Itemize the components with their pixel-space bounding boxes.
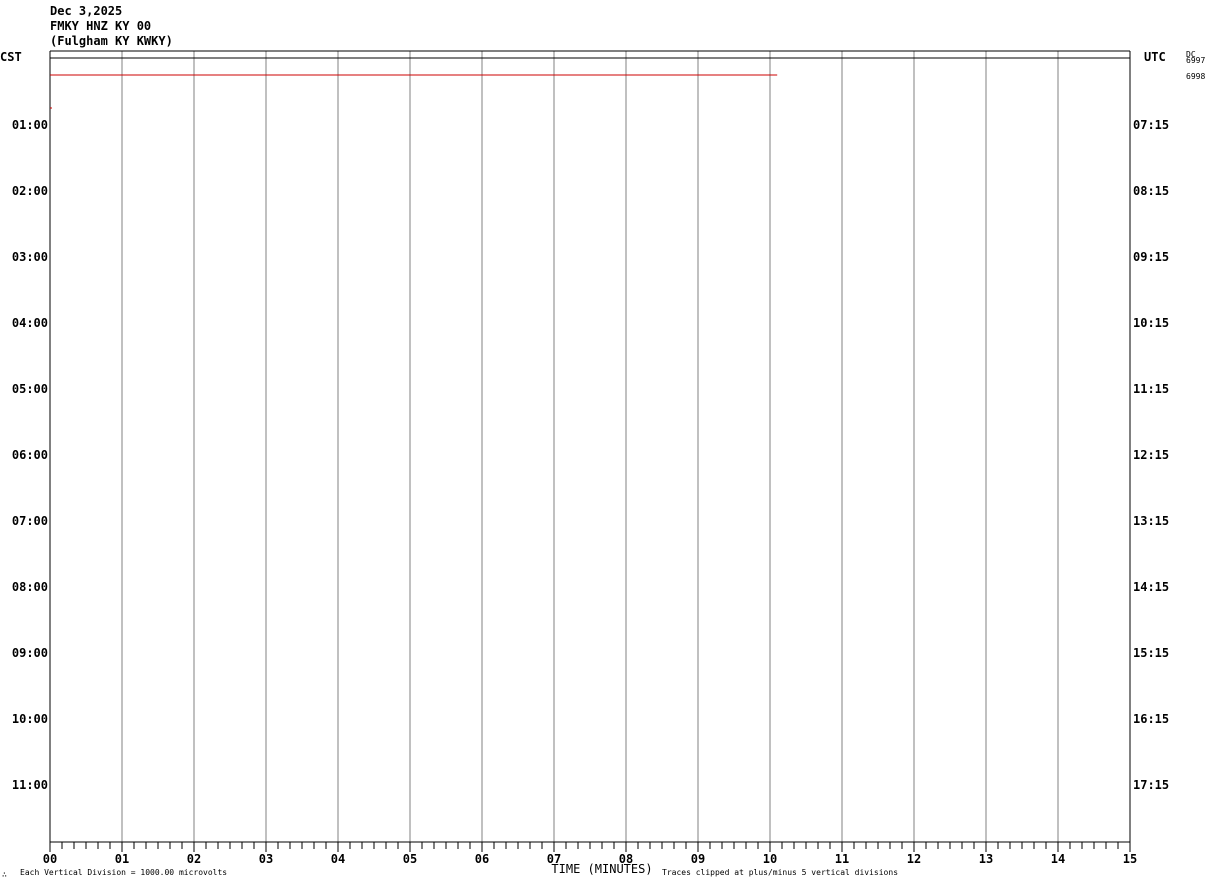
left-hour-label: 01:00 [12, 118, 48, 132]
x-tick-label: 13 [979, 852, 993, 866]
x-tick-label: 15 [1123, 852, 1137, 866]
scale-note: Each Vertical Division = 1000.00 microvo… [20, 868, 228, 877]
x-tick-label: 09 [691, 852, 705, 866]
x-tick-label: 14 [1051, 852, 1065, 866]
x-tick-label: 02 [187, 852, 201, 866]
x-tick-label: 05 [403, 852, 417, 866]
x-tick-label: 11 [835, 852, 849, 866]
left-hour-label: 06:00 [12, 448, 48, 462]
right-hour-label: 14:15 [1133, 580, 1169, 594]
left-hour-label: 09:00 [12, 646, 48, 660]
left-hour-label: 05:00 [12, 382, 48, 396]
left-hour-label: 07:00 [12, 514, 48, 528]
right-hour-label: 15:15 [1133, 646, 1169, 660]
left-hour-label: 11:00 [12, 778, 48, 792]
right-hour-label: 13:15 [1133, 514, 1169, 528]
right-hour-label: 12:15 [1133, 448, 1169, 462]
x-tick-label: 03 [259, 852, 273, 866]
right-hour-label: 09:15 [1133, 250, 1169, 264]
left-hour-label: 10:00 [12, 712, 48, 726]
x-tick-label: 06 [475, 852, 489, 866]
x-tick-label: 04 [331, 852, 345, 866]
helicorder-chart: 00 01 02 03 04 05 06 07 08 09 10 11 12 13 14 15TIME (MI… [12, 50, 1169, 876]
corner-mark: ∴ [2, 870, 7, 879]
left-hour-label: 08:00 [12, 580, 48, 594]
right-hour-label: 07:15 [1133, 118, 1169, 132]
right-hour-label: 08:15 [1133, 184, 1169, 198]
right-hour-label: 11:15 [1133, 382, 1169, 396]
clip-note: Traces clipped at plus/minus 5 vertical … [662, 868, 899, 877]
x-tick-label: 12 [907, 852, 921, 866]
right-hour-label: 10:15 [1133, 316, 1169, 330]
x-tick-label: 00 [43, 852, 57, 866]
left-hour-label: 04:00 [12, 316, 48, 330]
left-hour-label: 03:00 [12, 250, 48, 264]
right-hour-label: 17:15 [1133, 778, 1169, 792]
left-hour-label: 02:00 [12, 184, 48, 198]
x-axis-label: TIME (MINUTES) [551, 862, 652, 876]
x-tick-label: 01 [115, 852, 129, 866]
x-tick-label: 10 [763, 852, 777, 866]
right-hour-label: 16:15 [1133, 712, 1169, 726]
